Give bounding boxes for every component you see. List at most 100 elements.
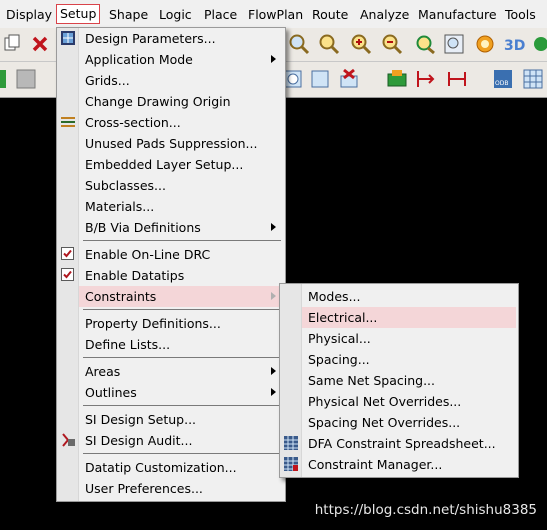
zoom-world-icon[interactable] (443, 33, 465, 55)
menu-setup[interactable]: Setup (56, 4, 101, 24)
menu-item-label: Constraint Manager... (308, 457, 443, 472)
menu-item-si-design-audit[interactable]: SI Design Audit... (57, 430, 285, 451)
menu-item-label: SI Design Setup... (85, 412, 197, 427)
menu-item-outlines[interactable]: Outlines (57, 382, 285, 403)
submenu-item-physical[interactable]: Physical... (280, 328, 518, 349)
menu-flowplan[interactable]: FlowPlan (248, 6, 303, 24)
menu-item-enable-datatips[interactable]: Enable Datatips (57, 265, 285, 286)
menu-item-application-mode[interactable]: Application Mode (57, 49, 285, 70)
menu-item-label: Spacing... (308, 352, 370, 367)
menu-item-label: Constraints (85, 289, 157, 304)
si-audit-icon (62, 433, 75, 447)
menu-item-constraints[interactable]: Constraints (57, 286, 285, 307)
svg-text:ODB: ODB (495, 80, 508, 87)
watermark-url: https://blog.csdn.net/shishu8385 (314, 502, 537, 518)
submenu-arrow-icon (271, 223, 276, 231)
menu-item-label: Electrical... (308, 310, 378, 325)
zoom-fit-icon[interactable] (288, 33, 310, 55)
menu-item-label: Define Lists... (85, 337, 171, 352)
submenu-item-constraint-manager[interactable]: Constraint Manager... (280, 454, 518, 475)
menu-tools[interactable]: Tools (505, 6, 536, 24)
submenu-item-spacing-net-overrides[interactable]: Spacing Net Overrides... (280, 412, 518, 433)
menu-item-si-design-setup[interactable]: SI Design Setup... (57, 409, 285, 430)
constraint-manager-icon (284, 457, 298, 471)
menu-item-cross-section[interactable]: Cross-section... (57, 112, 285, 133)
copy-icon[interactable] (2, 33, 24, 55)
menu-item-embedded-layer-setup[interactable]: Embedded Layer Setup... (57, 154, 285, 175)
3d-view-icon[interactable]: 3D (503, 33, 525, 55)
menu-item-bb-via-definitions[interactable]: B/B Via Definitions (57, 217, 285, 238)
submenu-arrow-icon (271, 292, 276, 300)
menu-item-label: Modes... (308, 289, 361, 304)
delete-icon[interactable] (29, 33, 51, 55)
submenu-item-modes[interactable]: Modes... (280, 286, 518, 307)
menu-item-label: Materials... (85, 199, 155, 214)
menu-place[interactable]: Place (204, 6, 237, 24)
dimension-icon[interactable] (415, 68, 437, 90)
submenu-arrow-icon (271, 55, 276, 63)
grid-icon[interactable] (522, 68, 544, 90)
menu-shape[interactable]: Shape (109, 6, 148, 24)
menu-item-unused-pads-suppression[interactable]: Unused Pads Suppression... (57, 133, 285, 154)
menu-item-label: Physical Net Overrides... (308, 394, 462, 409)
checkbox-checked-icon (61, 268, 74, 281)
submenu-item-electrical[interactable]: Electrical... (280, 307, 518, 328)
menu-item-label: Cross-section... (85, 115, 181, 130)
menu-item-design-parameters[interactable]: Design Parameters... (57, 28, 285, 49)
menu-item-label: Change Drawing Origin (85, 94, 231, 109)
menu-item-user-preferences[interactable]: User Preferences... (57, 478, 285, 499)
menu-item-grids[interactable]: Grids... (57, 70, 285, 91)
zoom-window-icon[interactable] (318, 33, 340, 55)
menu-item-datatip-customization[interactable]: Datatip Customization... (57, 457, 285, 478)
menu-item-label: SI Design Audit... (85, 433, 193, 448)
menu-item-enable-online-drc[interactable]: Enable On-Line DRC (57, 244, 285, 265)
show-element-icon[interactable] (530, 33, 547, 55)
menu-separator (83, 309, 281, 310)
menu-logic[interactable]: Logic (159, 6, 192, 24)
zoom-previous-icon[interactable] (414, 33, 436, 55)
menu-item-property-definitions[interactable]: Property Definitions... (57, 313, 285, 334)
submenu-arrow-icon (271, 388, 276, 396)
menu-item-define-lists[interactable]: Define Lists... (57, 334, 285, 355)
menu-item-label: B/B Via Definitions (85, 220, 201, 235)
submenu-item-spacing[interactable]: Spacing... (280, 349, 518, 370)
rect-shape-icon[interactable] (309, 68, 331, 90)
submenu-item-dfa-constraint-spreadsheet[interactable]: DFA Constraint Spreadsheet... (280, 433, 518, 454)
menu-item-label: Areas (85, 364, 121, 379)
setup-menu: Design Parameters... Application Mode Gr… (56, 27, 286, 502)
redraw-icon[interactable] (474, 33, 496, 55)
menu-item-materials[interactable]: Materials... (57, 196, 285, 217)
menu-analyze[interactable]: Analyze (360, 6, 409, 24)
assign-color-icon[interactable] (386, 68, 408, 90)
measure-icon[interactable] (446, 68, 468, 90)
menu-item-subclasses[interactable]: Subclasses... (57, 175, 285, 196)
menu-display[interactable]: Display (6, 6, 52, 24)
constraints-submenu: Modes... Electrical... Physical... Spaci… (279, 283, 519, 478)
menu-item-label: Enable Datatips (85, 268, 185, 283)
menu-manufacture[interactable]: Manufacture (418, 6, 497, 24)
menu-route[interactable]: Route (312, 6, 348, 24)
menu-item-label: Enable On-Line DRC (85, 247, 211, 262)
menu-item-label: Subclasses... (85, 178, 166, 193)
menu-item-label: Property Definitions... (85, 316, 221, 331)
zoom-out-icon[interactable] (381, 33, 403, 55)
layer-visibility-icon[interactable] (15, 68, 37, 90)
menu-item-label: User Preferences... (85, 481, 203, 496)
odb-export-icon[interactable]: ODB (492, 68, 514, 90)
menu-item-label: Embedded Layer Setup... (85, 157, 244, 172)
menu-item-areas[interactable]: Areas (57, 361, 285, 382)
submenu-item-same-net-spacing[interactable]: Same Net Spacing... (280, 370, 518, 391)
delete-shape-icon[interactable] (338, 68, 360, 90)
menu-item-label: Spacing Net Overrides... (308, 415, 461, 430)
cross-section-icon (61, 117, 75, 127)
submenu-item-physical-net-overrides[interactable]: Physical Net Overrides... (280, 391, 518, 412)
menu-item-label: Same Net Spacing... (308, 373, 436, 388)
menu-item-label: Design Parameters... (85, 31, 216, 46)
menu-item-label: Outlines (85, 385, 137, 400)
zoom-in-icon[interactable] (350, 33, 372, 55)
menu-separator (83, 357, 281, 358)
menu-separator (83, 453, 281, 454)
design-parameters-icon (61, 31, 75, 45)
menu-item-change-drawing-origin[interactable]: Change Drawing Origin (57, 91, 285, 112)
menu-item-label: Physical... (308, 331, 371, 346)
